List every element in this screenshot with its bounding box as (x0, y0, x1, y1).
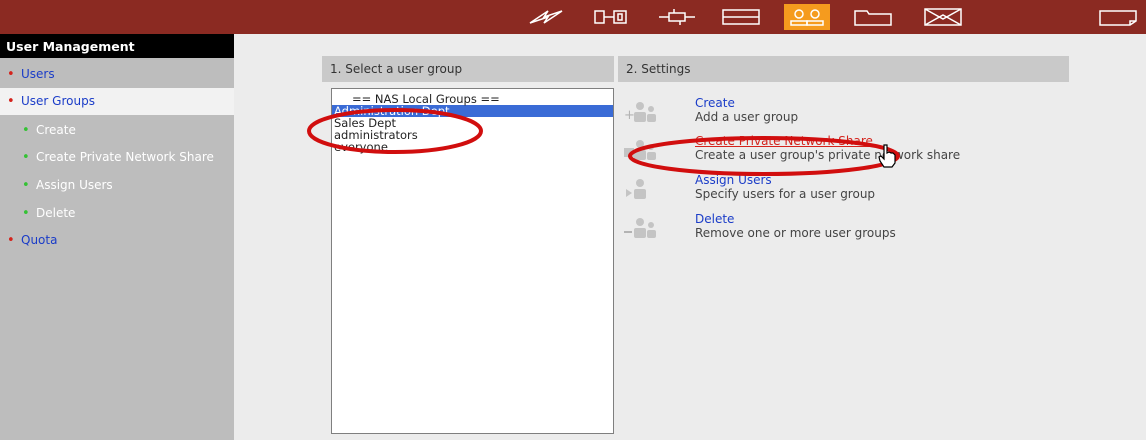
bullet-icon: • (7, 94, 15, 109)
delete-group-icon (624, 214, 658, 244)
setting-desc: Add a user group (695, 110, 799, 124)
assign-users-icon (624, 175, 658, 205)
setting-delete[interactable]: Delete Remove one or more user groups (624, 212, 1124, 248)
setting-title[interactable]: Create (695, 96, 735, 110)
sidebar-item-label: Create (36, 123, 76, 137)
sidebar-item-quota[interactable]: • Quota (0, 227, 234, 254)
bullet-icon: • (7, 233, 15, 248)
setting-assign-users[interactable]: Assign Users Specify users for a user gr… (624, 173, 1124, 209)
sidebar-item-label: Users (21, 67, 55, 81)
setting-desc: Remove one or more user groups (695, 226, 896, 240)
disk-icon[interactable] (718, 4, 764, 30)
sidebar-item-label: Quota (21, 233, 58, 247)
bullet-icon: • (7, 67, 15, 82)
network-share-icon[interactable] (850, 4, 896, 30)
system-settings-icon[interactable] (589, 4, 635, 30)
user-group-listbox[interactable]: == NAS Local Groups == Administration De… (331, 88, 614, 434)
bullet-icon: • (22, 178, 30, 193)
network-icon[interactable] (654, 4, 700, 30)
quick-config-icon[interactable] (523, 4, 569, 30)
list-item-everyone[interactable]: everyone (332, 141, 613, 153)
setting-desc: Create a user group's private network sh… (695, 148, 961, 162)
backup-icon[interactable] (1090, 4, 1146, 30)
bullet-icon: • (22, 150, 30, 165)
sidebar-item-label: Create Private Network Share (36, 150, 214, 164)
select-group-header: 1. Select a user group (322, 56, 614, 82)
sidebar-title: User Management (0, 34, 234, 58)
add-group-icon: + (624, 98, 658, 128)
user-management-icon[interactable] (784, 4, 830, 30)
sidebar-item-label: Delete (36, 206, 76, 220)
setting-title[interactable]: Create Private Network Share (695, 134, 873, 148)
application-icon[interactable] (920, 4, 966, 30)
setting-create[interactable]: + Create Add a user group (624, 96, 1124, 132)
setting-title[interactable]: Delete (695, 212, 734, 226)
bullet-icon: • (22, 206, 30, 221)
sidebar-item-create[interactable]: • Create (0, 117, 234, 144)
sidebar-item-assign-users[interactable]: • Assign Users (0, 172, 234, 199)
sidebar: User Management • Users • User Groups • Cre… (0, 34, 234, 440)
sidebar-item-users[interactable]: • Users (0, 61, 234, 88)
svg-text:+: + (624, 108, 635, 123)
sidebar-item-user-groups[interactable]: • User Groups (0, 88, 234, 115)
sidebar-item-create-private-share[interactable]: • Create Private Network Share (0, 144, 234, 171)
group-share-icon (624, 136, 658, 166)
setting-desc: Specify users for a user group (695, 187, 876, 201)
setting-create-private-share[interactable]: Create Private Network Share Create a us… (624, 134, 1124, 170)
settings-header: 2. Settings (618, 56, 1069, 82)
sidebar-item-label: Assign Users (36, 178, 113, 192)
setting-title[interactable]: Assign Users (695, 173, 772, 187)
bullet-icon: • (22, 123, 30, 138)
sidebar-item-label: User Groups (21, 94, 95, 108)
top-toolbar (0, 0, 1146, 34)
main-panel: 1. Select a user group 2. Settings == NA… (234, 34, 1146, 440)
sidebar-item-delete[interactable]: • Delete (0, 200, 234, 227)
